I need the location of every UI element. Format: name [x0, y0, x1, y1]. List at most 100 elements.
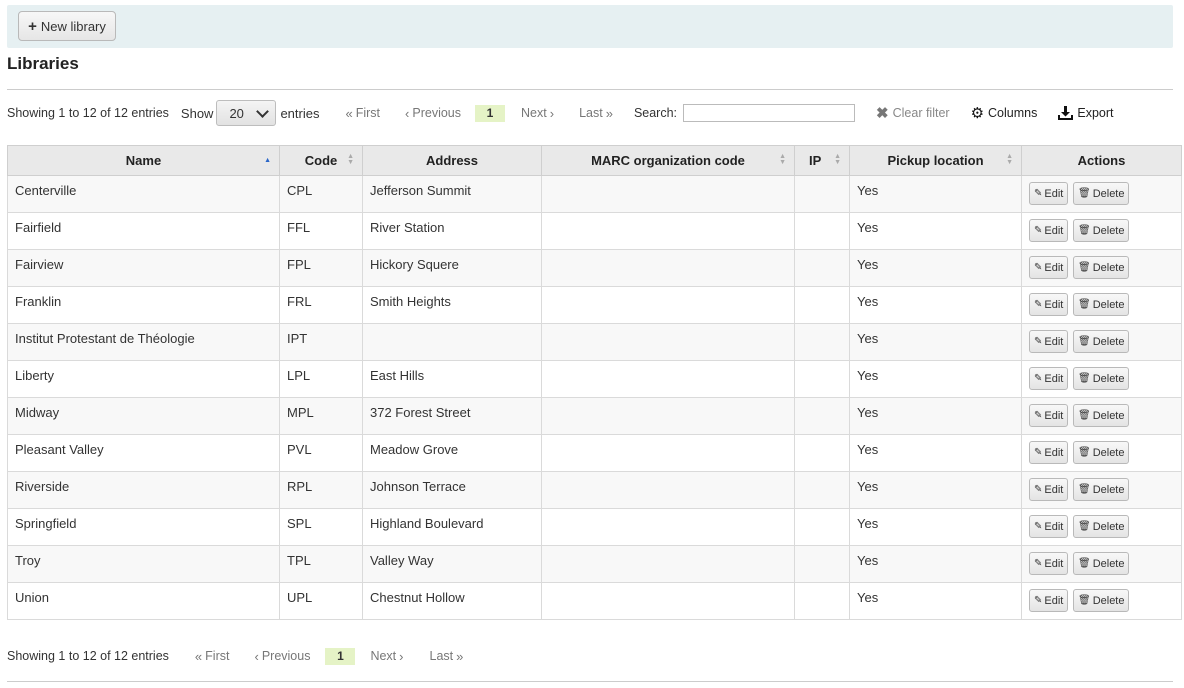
pencil-icon: ✎ — [1034, 262, 1043, 273]
edit-button[interactable]: ✎ Edit — [1029, 367, 1069, 390]
next-page-link[interactable]: Next › — [521, 106, 554, 121]
previous-label: Previous — [261, 649, 311, 663]
header-marc-code[interactable]: MARC organization code ▲ ▼ — [541, 145, 795, 176]
cell-actions: ✎ Edit 🗑 Delete — [1021, 249, 1182, 287]
divider-top — [7, 89, 1173, 90]
delete-button[interactable]: 🗑 Delete — [1072, 256, 1130, 279]
cell-ip — [794, 249, 850, 287]
header-actions: Actions — [1021, 145, 1182, 176]
cell-actions: ✎ Edit 🗑 Delete — [1021, 434, 1182, 472]
header-pickup-location[interactable]: Pickup location ▲ ▼ — [849, 145, 1022, 176]
edit-button[interactable]: ✎ Edit — [1029, 404, 1069, 427]
cell-name: Institut Protestant de Théologie — [7, 323, 280, 361]
entries-info: Showing 1 to 12 of 12 entries — [7, 106, 169, 120]
edit-label: Edit — [1044, 335, 1064, 348]
previous-label: Previous — [412, 106, 462, 120]
columns-button[interactable]: ⚙ Columns — [971, 104, 1038, 122]
delete-button[interactable]: 🗑 Delete — [1072, 219, 1130, 242]
double-chevron-left-icon: « — [345, 105, 353, 121]
delete-label: Delete — [1092, 372, 1125, 385]
edit-button[interactable]: ✎ Edit — [1029, 219, 1069, 242]
header-address-label: Address — [425, 153, 479, 168]
cell-name: Franklin — [7, 286, 280, 324]
cell-actions: ✎ Edit 🗑 Delete — [1021, 360, 1182, 398]
header-code[interactable]: Code ▲ ▼ — [279, 145, 363, 176]
edit-button[interactable]: ✎ Edit — [1029, 478, 1069, 501]
header-ip[interactable]: IP ▲ ▼ — [794, 145, 850, 176]
clear-filter-button[interactable]: ✖ Clear filter — [876, 104, 950, 122]
edit-button[interactable]: ✎ Edit — [1029, 552, 1069, 575]
edit-button[interactable]: ✎ Edit — [1029, 182, 1069, 205]
sort-icon: ▲ ▼ — [347, 153, 354, 166]
current-page-button[interactable]: 1 — [475, 104, 506, 122]
delete-button[interactable]: 🗑 Delete — [1072, 293, 1130, 316]
export-label: Export — [1077, 106, 1114, 120]
cell-address: River Station — [362, 212, 542, 250]
libraries-table: Name ▲ Code ▲ ▼ Address MARC organization… — [7, 145, 1182, 620]
delete-button[interactable]: 🗑 Delete — [1072, 182, 1130, 205]
trash-icon: 🗑 — [1077, 299, 1091, 310]
cell-address: Meadow Grove — [362, 434, 542, 472]
cell-marc-code — [541, 545, 795, 583]
first-page-link[interactable]: « First — [345, 106, 380, 121]
delete-button[interactable]: 🗑 Delete — [1072, 441, 1130, 464]
cell-address: Highland Boulevard — [362, 508, 542, 546]
delete-label: Delete — [1092, 187, 1125, 200]
last-page-link[interactable]: Last » — [430, 649, 464, 664]
trash-icon: 🗑 — [1077, 373, 1091, 384]
cell-code: SPL — [279, 508, 363, 546]
first-label: First — [355, 106, 381, 120]
delete-button[interactable]: 🗑 Delete — [1072, 404, 1130, 427]
last-page-link[interactable]: Last » — [579, 106, 613, 121]
cell-code: RPL — [279, 471, 363, 509]
cell-name: Fairview — [7, 249, 280, 287]
cell-pickup-location: Yes — [849, 175, 1022, 213]
download-icon — [1058, 106, 1074, 120]
edit-label: Edit — [1044, 446, 1064, 459]
delete-label: Delete — [1092, 446, 1125, 459]
close-icon: ✖ — [876, 105, 889, 122]
edit-button[interactable]: ✎ Edit — [1029, 330, 1069, 353]
pencil-icon: ✎ — [1034, 188, 1043, 199]
previous-page-link[interactable]: ‹ Previous — [405, 106, 461, 121]
cell-marc-code — [541, 249, 795, 287]
cell-name: Liberty — [7, 360, 280, 398]
edit-button[interactable]: ✎ Edit — [1029, 515, 1069, 538]
delete-button[interactable]: 🗑 Delete — [1072, 515, 1130, 538]
last-label: Last — [429, 649, 454, 663]
edit-button[interactable]: ✎ Edit — [1029, 256, 1069, 279]
pencil-icon: ✎ — [1034, 521, 1043, 532]
search-input[interactable] — [683, 104, 856, 122]
delete-label: Delete — [1092, 594, 1125, 607]
delete-button[interactable]: 🗑 Delete — [1072, 589, 1130, 612]
edit-button[interactable]: ✎ Edit — [1029, 589, 1069, 612]
header-address: Address — [362, 145, 542, 176]
export-button[interactable]: Export — [1058, 106, 1114, 120]
delete-button[interactable]: 🗑 Delete — [1072, 552, 1130, 575]
edit-button[interactable]: ✎ Edit — [1029, 293, 1069, 316]
header-name[interactable]: Name ▲ — [7, 145, 280, 176]
edit-button[interactable]: ✎ Edit — [1029, 441, 1069, 464]
previous-page-link[interactable]: ‹ Previous — [254, 649, 310, 664]
table-row: Springfield SPL Highland Boulevard Yes ✎ Edit… — [7, 508, 1182, 546]
delete-button[interactable]: 🗑 Delete — [1072, 330, 1130, 353]
cell-ip — [794, 471, 850, 509]
cell-code: TPL — [279, 545, 363, 583]
cell-address: Valley Way — [362, 545, 542, 583]
divider-bottom — [7, 681, 1173, 682]
entries-label: entries — [280, 105, 320, 121]
table-row: Institut Protestant de Théologie IPT Yes ✎ E… — [7, 323, 1182, 361]
delete-button[interactable]: 🗑 Delete — [1072, 367, 1130, 390]
table-row: Midway MPL 372 Forest Street Yes ✎ Edit 🗑 Dele… — [7, 397, 1182, 435]
first-page-link[interactable]: « First — [195, 649, 230, 664]
search-label: Search: — [633, 106, 678, 120]
current-page-button[interactable]: 1 — [325, 647, 356, 665]
cell-actions: ✎ Edit 🗑 Delete — [1021, 286, 1182, 324]
page-size-select[interactable]: 20 — [216, 100, 277, 126]
next-page-link[interactable]: Next › — [370, 649, 403, 664]
new-library-button[interactable]: + New library — [18, 11, 116, 41]
cell-name: Springfield — [7, 508, 280, 546]
delete-button[interactable]: 🗑 Delete — [1072, 478, 1130, 501]
trash-icon: 🗑 — [1077, 225, 1091, 236]
pencil-icon: ✎ — [1034, 447, 1043, 458]
